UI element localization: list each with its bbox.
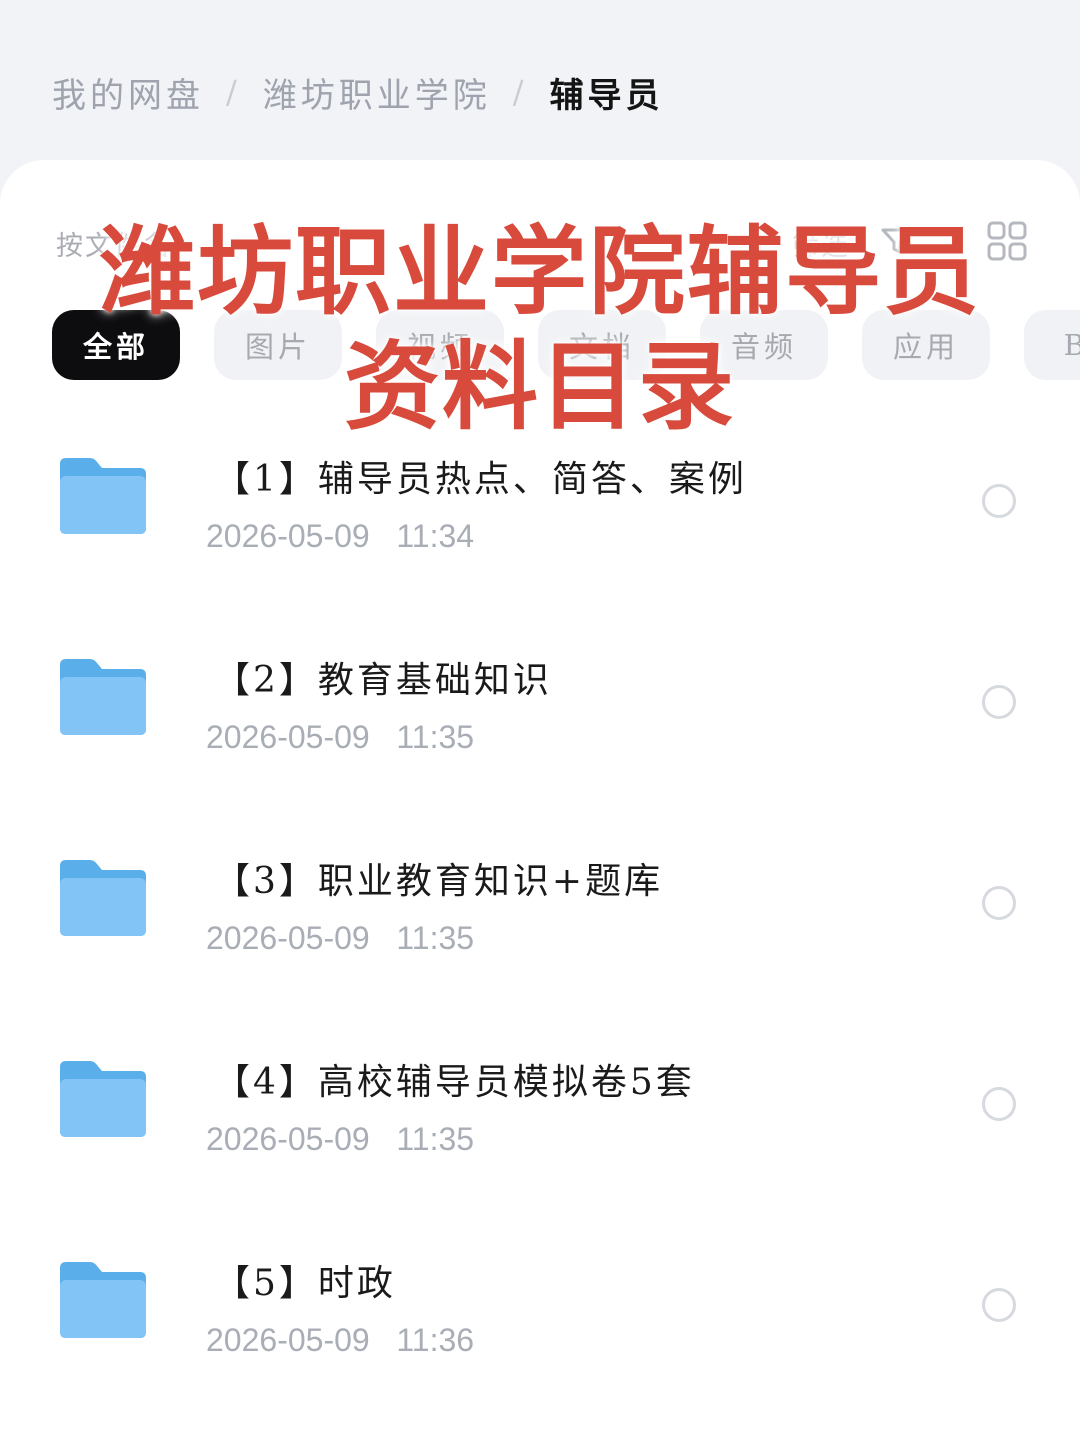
file-list: 【1】辅导员热点、简答、案例 2026-05-09 11:34 【2】教育基础知… [0,432,1080,1437]
category-tabs: 全部 图片 视频 文档 音频 应用 BT [52,310,1080,380]
folder-row[interactable]: 【4】高校辅导员模拟卷5套 2026-05-09 11:35 [0,1035,1080,1236]
tab-images[interactable]: 图片 [214,310,342,380]
folder-icon [60,860,146,936]
select-radio[interactable] [982,484,1016,518]
folder-name: 【2】教育基础知识 [214,660,552,701]
folder-row[interactable]: 【2】教育基础知识 2026-05-09 11:35 [0,633,1080,834]
folder-name: 【5】时政 [214,1263,396,1304]
select-radio[interactable] [982,685,1016,719]
grid-view-icon[interactable] [986,220,1028,262]
folder-date-time: 11:36 [396,1322,475,1358]
folder-row[interactable]: 【1】辅导员热点、简答、案例 2026-05-09 11:34 [0,432,1080,633]
folder-date-day: 2026-05-09 [206,1322,370,1358]
tab-audio[interactable]: 音频 [700,310,828,380]
tab-all[interactable]: 全部 [52,310,180,380]
breadcrumb: 我的网盘 / 潍坊职业学院 / 辅导员 [52,62,664,122]
folder-date-time: 11:35 [396,719,475,755]
select-radio[interactable] [982,1288,1016,1322]
folder-row[interactable]: 【5】时政 2026-05-09 11:36 [0,1236,1080,1437]
filter-icon[interactable] [880,226,914,256]
folder-date-time: 11:35 [396,920,475,956]
folder-icon [60,659,146,735]
tab-bt[interactable]: BT [1024,310,1080,380]
folder-date-time: 11:34 [396,518,475,554]
select-radio[interactable] [982,886,1016,920]
folder-date-time: 11:35 [396,1121,475,1157]
folder-name: 【3】职业教育知识+题库 [214,861,664,902]
folder-date: 2026-05-09 11:36 [206,1322,474,1359]
folder-date: 2026-05-09 11:35 [206,920,474,957]
folder-date-day: 2026-05-09 [206,1121,370,1157]
tab-videos[interactable]: 视频 [376,310,504,380]
folder-icon [60,458,146,534]
tab-apps[interactable]: 应用 [862,310,990,380]
folder-date-day: 2026-05-09 [206,719,370,755]
breadcrumb-item-current: 辅导员 [549,75,664,116]
folder-row[interactable]: 【3】职业教育知识+题库 2026-05-09 11:35 [0,834,1080,1035]
folder-date: 2026-05-09 11:35 [206,719,474,756]
folder-name: 【1】辅导员热点、简答、案例 [214,459,747,500]
folder-date-day: 2026-05-09 [206,518,370,554]
folder-date: 2026-05-09 11:34 [206,518,474,555]
breadcrumb-item-my-drive[interactable]: 我的网盘 [52,68,204,117]
folder-date: 2026-05-09 11:35 [206,1121,474,1158]
folder-date-day: 2026-05-09 [206,920,370,956]
folder-icon [60,1262,146,1338]
breadcrumb-item-school[interactable]: 潍坊职业学院 [263,68,491,117]
select-radio[interactable] [982,1087,1016,1121]
folder-name: 【4】高校辅导员模拟卷5套 [214,1062,695,1103]
breadcrumb-separator: / [226,73,241,111]
tab-documents[interactable]: 文档 [538,310,666,380]
filter-button[interactable]: 筛选 [792,224,850,263]
breadcrumb-separator: / [512,73,528,111]
folder-icon [60,1061,146,1137]
sort-button[interactable]: 按文件名 [56,224,172,263]
